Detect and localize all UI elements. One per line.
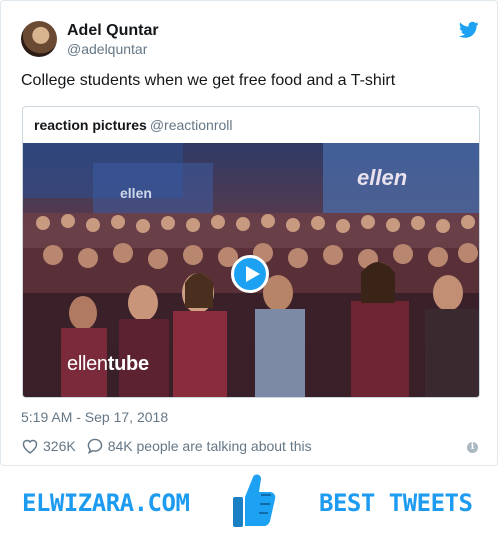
video-watermark: ellentube bbox=[67, 353, 149, 376]
author-name[interactable]: Adel Quntar bbox=[67, 22, 159, 40]
watermark-ellen: ellen bbox=[67, 353, 108, 375]
author-handle[interactable]: @adelquntar bbox=[67, 41, 147, 57]
comment-bubble-icon bbox=[87, 438, 102, 454]
quoted-author-name[interactable]: reaction pictures bbox=[34, 117, 147, 133]
avatar[interactable] bbox=[21, 21, 57, 57]
like-count: 326K bbox=[43, 438, 76, 454]
quoted-author-handle[interactable]: @reactionroll bbox=[150, 117, 233, 133]
tweet-text: College students when we get free food a… bbox=[21, 72, 396, 89]
banner-tagline: BEST TWEETS bbox=[319, 489, 473, 517]
quoted-tweet-header: reaction pictures @reactionroll bbox=[34, 117, 233, 133]
tweet-card: Adel Quntar @adelquntar College students… bbox=[0, 0, 498, 466]
thumbs-up-icon bbox=[233, 474, 276, 527]
site-name: ELWIZARA.COM bbox=[22, 489, 190, 517]
twitter-bird-icon[interactable] bbox=[459, 21, 479, 39]
talking-count: 84K people are talking about this bbox=[107, 438, 312, 454]
video-player[interactable]: ellen ellen ellentube bbox=[23, 143, 479, 397]
tweet-timestamp[interactable]: 5:19 AM - Sep 17, 2018 bbox=[21, 409, 168, 425]
heart-icon bbox=[22, 439, 38, 454]
stage-sign-small: ellen bbox=[120, 185, 152, 201]
info-icon[interactable]: i bbox=[467, 442, 478, 453]
stage-sign: ellen bbox=[357, 165, 408, 190]
like-action[interactable]: 326K bbox=[21, 438, 76, 454]
tweet-actions: 326K 84K people are talking about this bbox=[21, 436, 322, 456]
quoted-tweet[interactable]: reaction pictures @reactionroll ellen el… bbox=[22, 106, 480, 398]
watermark-tube: tube bbox=[107, 353, 149, 375]
play-icon[interactable] bbox=[231, 255, 269, 293]
conversation-action[interactable]: 84K people are talking about this bbox=[86, 438, 312, 454]
